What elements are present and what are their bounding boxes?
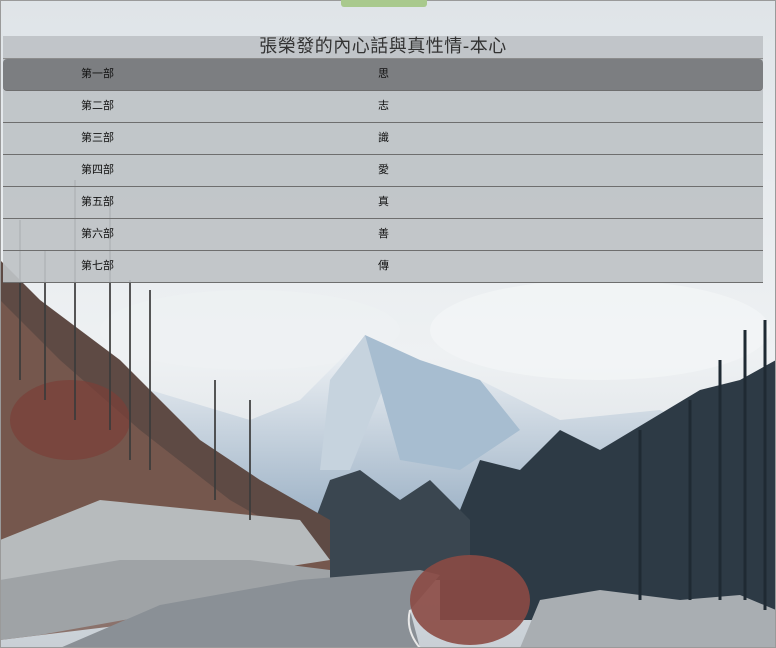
menu-item-part-label: 第七部 [81, 259, 114, 272]
menu-item-part-label: 第六部 [81, 227, 114, 240]
menu-item-part-4[interactable]: 第四部 愛 [3, 155, 763, 187]
menu-item-part-1[interactable]: 第一部 思 [3, 59, 763, 91]
menu-item-part-2[interactable]: 第二部 志 [3, 91, 763, 123]
top-tab-indicator[interactable] [341, 0, 427, 7]
menu-item-name: 真 [378, 195, 389, 208]
page-title: 張榮發的內心話與真性情-本心 [3, 36, 763, 59]
menu-item-name: 愛 [378, 163, 389, 176]
menu-item-part-label: 第五部 [81, 195, 114, 208]
menu-item-part-label: 第二部 [81, 99, 114, 112]
menu-item-part-label: 第四部 [81, 163, 114, 176]
chapter-menu-panel: 張榮發的內心話與真性情-本心 第一部 思 第二部 志 第三部 識 第四部 愛 第… [3, 36, 763, 283]
menu-item-part-6[interactable]: 第六部 善 [3, 219, 763, 251]
menu-item-name: 志 [378, 99, 389, 112]
menu-item-part-7[interactable]: 第七部 傳 [3, 251, 763, 283]
menu-item-name: 識 [378, 131, 389, 144]
menu-item-part-3[interactable]: 第三部 識 [3, 123, 763, 155]
menu-item-part-5[interactable]: 第五部 真 [3, 187, 763, 219]
menu-item-name: 思 [378, 67, 389, 80]
menu-item-part-label: 第一部 [81, 67, 114, 80]
menu-item-part-label: 第三部 [81, 131, 114, 144]
menu-item-name: 善 [378, 227, 389, 240]
menu-item-name: 傳 [378, 259, 389, 272]
